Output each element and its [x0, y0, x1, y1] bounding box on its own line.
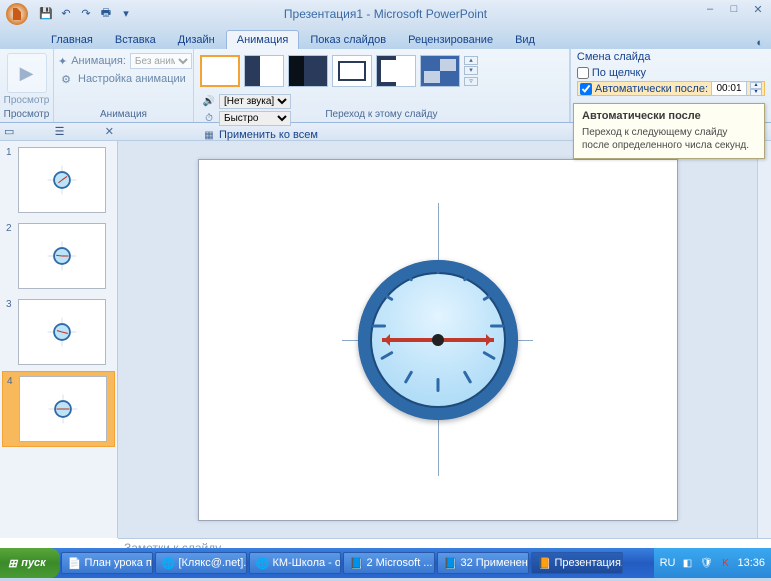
slide-thumbnail-2[interactable]: 2 [2, 219, 115, 293]
tooltip-title: Автоматически после [582, 110, 756, 122]
close-pane-icon[interactable]: ✕ [105, 125, 114, 138]
gallery-spinner[interactable]: ▴▾▿ [464, 55, 478, 87]
minimize-button[interactable]: – [701, 2, 719, 16]
preview-button[interactable]: ▶ [7, 53, 47, 93]
tooltip: Автоматически после Переход к следующему… [573, 103, 765, 159]
ribbon-help-icon[interactable]: ◐ [756, 37, 763, 49]
clock-shape[interactable] [358, 260, 518, 420]
transition-gallery: ▴▾▿ [198, 51, 565, 91]
auto-after-spinner[interactable]: ▴▾ [750, 82, 762, 96]
taskbar: ⊞пуск 📄План урока п... 🌐[Клякс@.net]... … [0, 548, 771, 578]
tab-design[interactable]: Дизайн [167, 30, 226, 49]
powerpoint-icon: 📙 [538, 557, 552, 570]
taskbar-item-5[interactable]: 📘32 Применени... [437, 552, 529, 574]
group-animation-label: Анимация [54, 109, 193, 120]
windows-logo-icon: ⊞ [8, 557, 17, 570]
slide-thumbnail-1[interactable]: 1 [2, 143, 115, 217]
ie-icon: 🌐 [162, 557, 176, 570]
word-icon: 📘 [350, 557, 364, 570]
slides-tab-icon[interactable]: ▭ [4, 125, 14, 138]
clock-hand-right [438, 338, 494, 342]
transition-option-2[interactable] [244, 55, 284, 87]
ribbon-tabs: Главная Вставка Дизайн Анимация Показ сл… [0, 27, 771, 49]
print-icon[interactable]: 🖶 [98, 6, 114, 22]
auto-after-checkbox[interactable]: Автоматически после: ▴▾ [577, 81, 765, 96]
tray-clock[interactable]: 13:36 [737, 557, 765, 569]
tab-review[interactable]: Рецензирование [397, 30, 504, 49]
tab-animation[interactable]: Анимация [226, 30, 300, 49]
titlebar: 💾 ↶ ↷ 🖶 ▾ Презентация1 - Microsoft Power… [0, 0, 771, 27]
custom-animation-button[interactable]: ⚙ Настройка анимации [58, 71, 189, 87]
taskbar-item-3[interactable]: 🌐КМ-Школа - о... [249, 552, 341, 574]
transition-option-6[interactable] [420, 55, 460, 87]
close-button[interactable]: ✕ [749, 2, 767, 16]
sound-icon: 🔊 [202, 94, 216, 108]
animate-label: Анимация: [71, 55, 126, 67]
main-area: 1 2 3 4 [0, 141, 771, 538]
quick-access-toolbar: 💾 ↶ ↷ 🖶 ▾ [38, 6, 134, 22]
transition-none[interactable] [200, 55, 240, 87]
save-icon[interactable]: 💾 [38, 6, 54, 22]
outline-tab-icon[interactable]: ☰ [55, 125, 65, 138]
transition-sound-select[interactable]: [Нет звука] [219, 94, 291, 109]
tab-insert[interactable]: Вставка [104, 30, 167, 49]
office-button[interactable] [0, 0, 34, 27]
slide-change-title: Смена слайда [577, 51, 765, 63]
taskbar-item-2[interactable]: 🌐[Клякс@.net]... [155, 552, 247, 574]
undo-icon[interactable]: ↶ [58, 6, 74, 22]
system-tray: RU ◧ 🛡 K 13:36 [654, 548, 771, 578]
taskbar-item-1[interactable]: 📄План урока п... [61, 552, 153, 574]
animate-select[interactable]: Без анимац... [130, 53, 192, 69]
animate-icon: ✦ [58, 53, 67, 69]
preview-button-label: Просмотр [4, 95, 50, 106]
group-animation: ✦ Анимация: Без анимац... ⚙ Настройка ан… [54, 49, 194, 122]
auto-after-input[interactable] [711, 81, 747, 96]
word-icon: 📘 [444, 557, 458, 570]
tab-view[interactable]: Вид [504, 30, 546, 49]
slide-canvas[interactable] [198, 159, 678, 521]
qat-more-icon[interactable]: ▾ [118, 6, 134, 22]
vertical-scrollbar[interactable] [757, 141, 771, 538]
taskbar-item-4[interactable]: 📘2 Microsoft ... [343, 552, 435, 574]
slide-editor[interactable] [118, 141, 771, 538]
start-button[interactable]: ⊞пуск [0, 548, 60, 578]
tab-slideshow[interactable]: Показ слайдов [299, 30, 397, 49]
group-transition: ▴▾▿ 🔊[Нет звука] ⏱Быстро ▦Применить ко в… [194, 49, 570, 122]
tray-lang[interactable]: RU [660, 557, 676, 569]
slide-thumbnail-3[interactable]: 3 [2, 295, 115, 369]
group-transition-label: Переход к этому слайду [194, 109, 569, 120]
group-preview-label: Просмотр [0, 109, 53, 120]
on-click-checkbox[interactable]: По щелчку [577, 65, 765, 80]
transition-option-5[interactable] [376, 55, 416, 87]
apply-all-icon: ▦ [202, 128, 216, 142]
taskbar-item-6[interactable]: 📙Презентация1 [531, 552, 623, 574]
transition-option-4[interactable] [332, 55, 372, 87]
clock-hand-left [382, 338, 438, 342]
tray-icon-1[interactable]: ◧ [680, 556, 694, 570]
transition-option-3[interactable] [288, 55, 328, 87]
group-preview: ▶ Просмотр Просмотр [0, 49, 54, 122]
ie-icon: 🌐 [256, 557, 270, 570]
custom-animation-icon: ⚙ [58, 71, 74, 87]
clock-center [432, 334, 444, 346]
tray-icon-3[interactable]: K [718, 556, 732, 570]
tab-home[interactable]: Главная [40, 30, 104, 49]
tooltip-body: Переход к следующему слайду после опреде… [582, 126, 756, 152]
word-icon: 📄 [68, 557, 82, 570]
slide-thumbnail-4[interactable]: 4 [2, 371, 115, 447]
tray-icon-2[interactable]: 🛡 [699, 556, 713, 570]
redo-icon[interactable]: ↷ [78, 6, 94, 22]
slide-thumbnails-pane: 1 2 3 4 [0, 141, 118, 538]
maximize-button[interactable]: □ [725, 2, 743, 16]
